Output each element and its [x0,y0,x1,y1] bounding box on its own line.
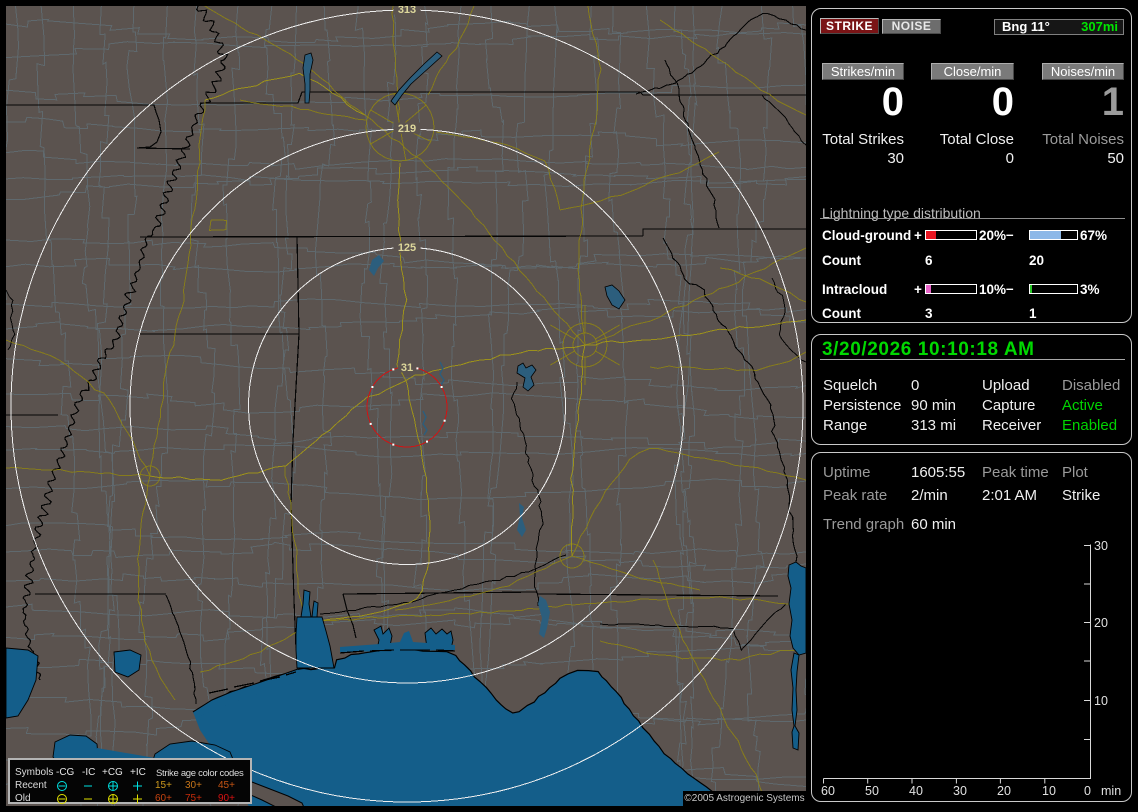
svg-text:0: 0 [1084,784,1091,798]
svg-text:20: 20 [997,784,1011,798]
svg-text:min: min [1101,784,1121,798]
svg-text:20: 20 [1094,616,1108,630]
svg-text:313: 313 [398,6,416,16]
svg-text:50: 50 [865,784,879,798]
svg-text:30: 30 [1094,539,1108,553]
svg-text:10: 10 [1094,694,1108,708]
svg-text:60: 60 [821,784,835,798]
svg-text:10: 10 [1042,784,1056,798]
svg-text:30: 30 [953,784,967,798]
svg-text:219: 219 [398,123,416,135]
svg-text:31: 31 [401,362,413,374]
svg-text:40: 40 [909,784,923,798]
svg-text:125: 125 [398,242,416,254]
